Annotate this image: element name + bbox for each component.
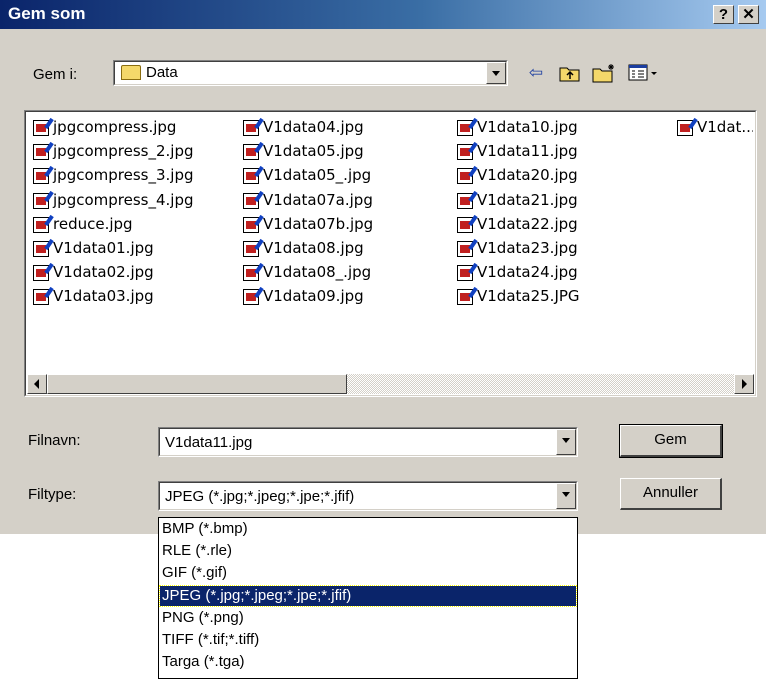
filetype-option[interactable]: JPEG (*.jpg;*.jpeg;*.jpe;*.jfif) [159,584,577,607]
file-name: jpgcompress.jpg [53,118,177,136]
file-name: V1data23.jpg [477,239,578,257]
file-name: jpgcompress_2.jpg [53,142,194,161]
image-file-icon [33,168,49,185]
image-file-icon [33,120,49,136]
image-file-icon [457,241,473,257]
filetype-dropdown-list[interactable]: BMP (*.bmp) RLE (*.rle) GIF (*.gif) JPEG (*… [158,517,578,679]
view-menu-icon[interactable] [628,62,662,84]
filename-label: Filnavn: [28,432,81,449]
filetype-option[interactable]: TIFF (*.tif;*.tiff) [160,630,576,650]
chevron-down-icon[interactable] [486,62,506,84]
file-name: V1data07b.jpg [263,214,374,233]
scroll-track[interactable] [347,374,734,394]
filename-field[interactable]: V1data11.jpg [158,427,578,457]
file-item[interactable]: V1dat... [677,117,753,141]
save-in-label: Gem i: [33,66,78,83]
folder-name: Data [146,64,178,81]
close-button[interactable]: ✕ [738,5,759,24]
image-file-icon [457,120,473,136]
file-name: V1data22.jpg [477,214,578,233]
image-file-icon [457,192,473,209]
image-file-icon [33,265,49,282]
file-name: jpgcompress_4.jpg [53,190,194,209]
file-name: V1data08_.jpg [263,263,372,282]
back-arrow-icon[interactable]: ⇦ [524,62,548,84]
file-name: V1data07a.jpg [263,190,373,209]
image-file-icon [243,144,259,161]
image-file-icon [33,241,49,257]
image-file-icon [33,289,49,306]
file-name: V1data11.jpg [477,142,578,161]
scroll-left-button[interactable] [27,374,47,394]
file-name: V1data02.jpg [53,263,154,282]
window-title: Gem som [8,4,86,23]
image-file-icon [457,289,473,306]
file-name: V1data24.jpg [477,263,578,282]
filetype-option[interactable]: PNG (*.png) [160,608,576,628]
file-name: V1data10.jpg [477,118,578,136]
image-file-icon [457,216,473,233]
file-name: V1data21.jpg [477,190,578,209]
image-file-icon [677,120,693,136]
image-file-icon [243,120,259,136]
folder-icon [121,65,141,80]
file-list[interactable]: jpgcompress.jpg jpgcompress_2.jpg jpgcompr… [24,110,757,397]
filetype-option[interactable]: Targa (*.tga) [160,652,576,672]
new-folder-icon[interactable] [592,62,616,84]
image-file-icon [243,216,259,233]
image-file-icon [33,216,49,233]
image-file-icon [243,289,259,306]
filetype-select[interactable]: JPEG (*.jpg;*.jpeg;*.jpe;*.jfif) [158,481,578,511]
scroll-right-button[interactable] [734,374,754,394]
image-file-icon [243,168,259,185]
file-name: V1data08.jpg [263,239,364,257]
up-folder-icon[interactable] [558,62,582,84]
save-in-combo[interactable]: Data [113,60,508,86]
file-name: reduce.jpg [53,214,133,233]
title-bar[interactable]: Gem som ? ✕ [0,0,766,29]
filetype-dropdown-button[interactable] [556,483,576,509]
file-name: V1data04.jpg [263,118,364,136]
image-file-icon [457,144,473,161]
image-file-icon [243,192,259,209]
filetype-option[interactable]: RLE (*.rle) [160,541,576,561]
filetype-label: Filtype: [28,486,77,503]
image-file-icon [243,265,259,282]
horizontal-scrollbar[interactable] [27,374,754,394]
file-name: V1data09.jpg [263,287,364,306]
image-file-icon [33,192,49,209]
image-file-icon [457,265,473,282]
file-name: V1data05.jpg [263,142,364,161]
image-file-icon [33,144,49,161]
save-as-dialog: Gem som ? ✕ Gem i: Data ⇦ jpgcompress.jp… [0,0,766,534]
cancel-button[interactable]: Annuller [620,478,722,510]
file-name: V1data01.jpg [53,239,154,257]
file-name: V1data03.jpg [53,287,154,306]
scroll-thumb[interactable] [47,374,347,394]
file-name: V1data05_.jpg [263,166,372,185]
filename-dropdown-button[interactable] [556,429,576,455]
filetype-value: JPEG (*.jpg;*.jpeg;*.jpe;*.jfif) [165,488,355,505]
save-button[interactable]: Gem [619,424,723,458]
filename-value: V1data11.jpg [165,434,253,451]
image-file-icon [243,241,259,257]
filetype-option[interactable]: GIF (*.gif) [160,563,576,583]
file-name: V1data20.jpg [477,166,578,185]
file-name: V1dat... [697,118,753,136]
help-button[interactable]: ? [713,5,734,24]
filetype-option[interactable]: BMP (*.bmp) [160,519,576,539]
file-name: V1data25.JPG [477,287,580,306]
image-file-icon [457,168,473,185]
file-name: jpgcompress_3.jpg [53,166,194,185]
